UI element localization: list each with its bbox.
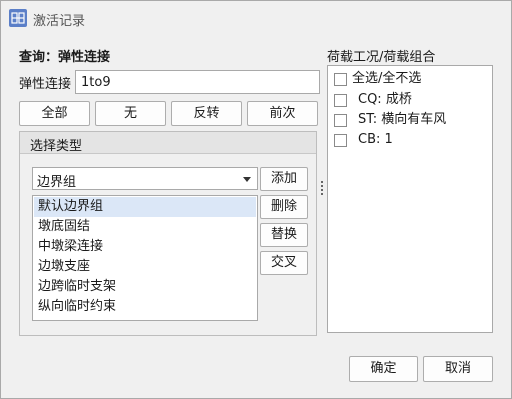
load-case-label: CQ: 成桥 — [358, 92, 412, 107]
splitter-handle[interactable] — [321, 181, 324, 195]
list-item[interactable]: 纵向临时约束 — [34, 297, 256, 317]
load-case-checkbox[interactable]: CB: 1 — [334, 131, 484, 149]
title-bar: 激活记录 — [1, 1, 511, 35]
select-all-checkbox[interactable]: 全选/全不选 — [334, 70, 484, 88]
load-case-label: CB: 1 — [358, 132, 393, 147]
previous-button[interactable]: 前次 — [247, 101, 318, 126]
list-item[interactable]: 中墩梁连接 — [34, 237, 256, 257]
load-case-checkbox[interactable]: ST: 横向有车风 — [334, 111, 484, 129]
list-item[interactable]: 边跨临时支架 — [34, 277, 256, 297]
select-all-label: 全选/全不选 — [352, 71, 422, 86]
intersect-button[interactable]: 交叉 — [260, 251, 308, 275]
load-cases-panel: 全选/全不选 CQ: 成桥 ST: 横向有车风 CB: 1 — [327, 65, 493, 333]
replace-button[interactable]: 替换 — [260, 223, 308, 247]
load-case-label: ST: 横向有车风 — [358, 112, 447, 127]
load-cases-title: 荷载工况/荷载组合 — [327, 50, 436, 65]
add-button[interactable]: 添加 — [260, 167, 308, 191]
select-type-title: 选择类型 — [30, 139, 83, 154]
load-case-checkbox[interactable]: CQ: 成桥 — [334, 91, 484, 109]
checkbox-box — [334, 134, 347, 147]
checkbox-box — [334, 114, 347, 127]
query-label: 查询：弹性连接 — [19, 50, 111, 65]
checkbox-box — [334, 94, 347, 107]
invert-button[interactable]: 反转 — [171, 101, 242, 126]
elastic-connection-input[interactable] — [75, 70, 320, 94]
checkbox-box — [334, 73, 347, 86]
app-icon — [9, 9, 27, 27]
list-item[interactable]: 默认边界组 — [34, 197, 256, 217]
window-title: 激活记录 — [33, 14, 86, 29]
type-combo[interactable]: 边界组 — [32, 167, 258, 190]
none-button[interactable]: 无 — [95, 101, 166, 126]
cancel-button[interactable]: 取消 — [423, 356, 493, 382]
delete-button[interactable]: 删除 — [260, 195, 308, 219]
ok-button[interactable]: 确定 — [349, 356, 418, 382]
chevron-down-icon — [243, 177, 251, 182]
select-type-group: 选择类型 边界组 默认边界组 墩底固结 中墩梁连接 边墩支座 边跨临时支架 纵向… — [19, 131, 317, 336]
list-item[interactable]: 边墩支座 — [34, 257, 256, 277]
activation-record-dialog: 激活记录 查询：弹性连接 弹性连接 全部 无 反转 前次 选择类型 边界组 默认… — [0, 0, 512, 399]
select-type-header: 选择类型 — [20, 132, 316, 154]
boundary-group-list[interactable]: 默认边界组 墩底固结 中墩梁连接 边墩支座 边跨临时支架 纵向临时约束 — [32, 195, 258, 321]
list-item[interactable]: 墩底固结 — [34, 217, 256, 237]
type-combo-value: 边界组 — [37, 175, 77, 190]
all-button[interactable]: 全部 — [19, 101, 90, 126]
elastic-connection-label: 弹性连接 — [19, 77, 72, 92]
